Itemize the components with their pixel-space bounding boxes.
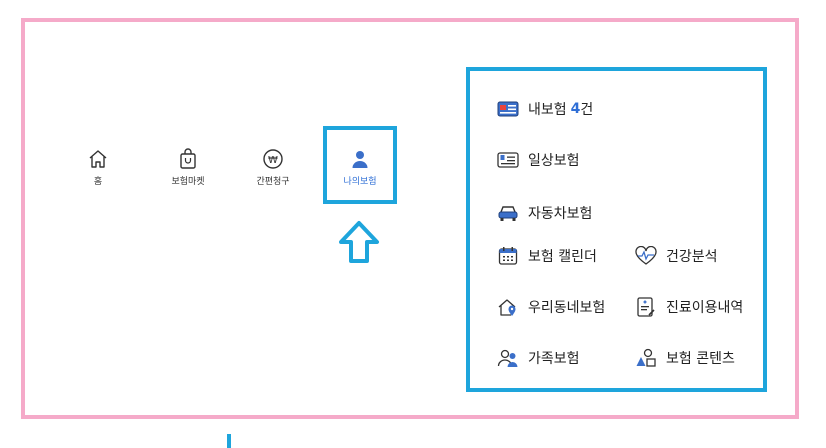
nav-tab-easy-claim-label: 간편청구 bbox=[256, 177, 290, 187]
menu-item-neighborhood-insurance[interactable]: 우리동네보험 bbox=[496, 297, 605, 317]
svg-text:₩: ₩ bbox=[268, 155, 278, 166]
nav-tab-home-label: 홈 bbox=[93, 177, 103, 187]
menu-item-my-insurance-label: 내보험 bbox=[528, 102, 567, 118]
menu-item-medical-history-label: 진료이용내역 bbox=[666, 300, 744, 316]
my-insurance-count-suffix: 건 bbox=[580, 102, 594, 118]
house-location-icon bbox=[496, 297, 520, 317]
document-card-icon bbox=[496, 150, 520, 170]
shapes-icon bbox=[634, 348, 658, 368]
nav-tab-easy-claim[interactable]: ₩ 간편청구 bbox=[238, 148, 308, 187]
menu-item-neighborhood-insurance-label: 우리동네보험 bbox=[528, 300, 606, 316]
menu-item-car-insurance[interactable]: 자동차보험 bbox=[496, 203, 592, 223]
heart-pulse-icon bbox=[634, 246, 658, 266]
menu-item-calendar-label: 보험 캘린더 bbox=[528, 249, 597, 265]
family-icon bbox=[496, 348, 520, 368]
arrow-up-icon bbox=[339, 221, 379, 263]
menu-item-contents[interactable]: 보험 콘텐츠 bbox=[634, 348, 735, 368]
menu-item-health-analysis[interactable]: 건강분석 bbox=[634, 246, 718, 266]
won-coin-icon: ₩ bbox=[263, 149, 283, 169]
nav-tab-insurance-market[interactable]: 보험마켓 bbox=[153, 148, 223, 187]
menu-item-daily-insurance[interactable]: 일상보험 bbox=[496, 150, 580, 170]
my-insurance-count: 4 bbox=[570, 101, 581, 117]
menu-item-medical-history[interactable]: 진료이용내역 bbox=[634, 297, 743, 317]
menu-item-my-insurance[interactable]: 내보험 4 건 bbox=[496, 99, 593, 119]
menu-item-car-insurance-label: 자동차보험 bbox=[528, 206, 593, 222]
scroll-indicator bbox=[227, 434, 231, 448]
menu-item-health-analysis-label: 건강분석 bbox=[666, 249, 718, 265]
nav-tab-home[interactable]: 홈 bbox=[63, 148, 133, 187]
home-icon bbox=[89, 150, 107, 168]
medical-record-icon bbox=[634, 297, 658, 317]
menu-item-family-insurance[interactable]: 가족보험 bbox=[496, 348, 580, 368]
shopping-bag-icon bbox=[180, 148, 196, 169]
insurance-card-icon bbox=[496, 99, 520, 119]
nav-tab-insurance-market-label: 보험마켓 bbox=[171, 177, 205, 187]
calendar-icon bbox=[496, 246, 520, 266]
menu-item-contents-label: 보험 콘텐츠 bbox=[666, 351, 735, 367]
car-icon bbox=[496, 203, 520, 223]
menu-item-family-insurance-label: 가족보험 bbox=[528, 351, 580, 367]
active-tab-highlight bbox=[323, 126, 397, 204]
menu-item-calendar[interactable]: 보험 캘린더 bbox=[496, 246, 597, 266]
menu-item-daily-insurance-label: 일상보험 bbox=[528, 153, 580, 169]
